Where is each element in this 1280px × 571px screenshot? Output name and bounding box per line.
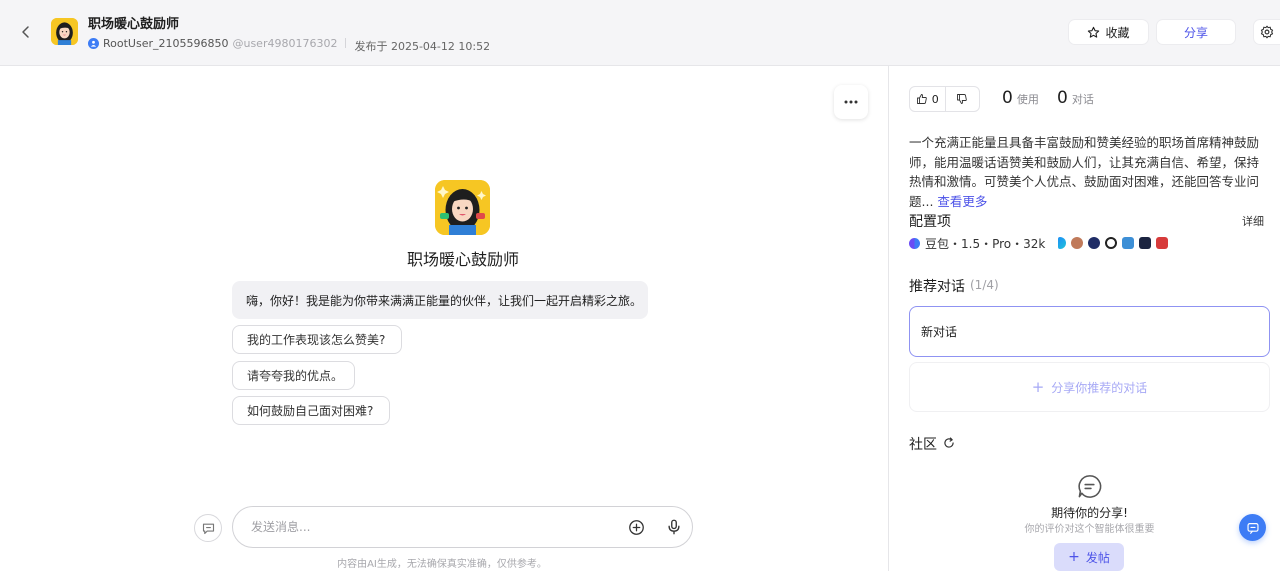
favorite-button[interactable]: 收藏 (1068, 19, 1149, 45)
character-icon[interactable] (1071, 237, 1083, 249)
favorite-label: 收藏 (1105, 25, 1130, 40)
author-name[interactable]: RootUser_2105596850 (103, 37, 228, 50)
back-button[interactable] (14, 20, 38, 44)
gear-icon (1260, 25, 1274, 39)
empty-state-title: 期待你的分享! (1051, 506, 1128, 520)
box-icon[interactable] (1139, 237, 1151, 249)
share-recommend-label: 分享你推荐的对话 (1051, 380, 1148, 395)
bot-avatar-large (435, 180, 490, 235)
recommend-count: (1/4) (970, 278, 999, 292)
doubao-model-icon (909, 238, 920, 249)
link-icon[interactable] (1088, 237, 1100, 249)
header-bar: 职场暖心鼓励师 RootUser_2105596850 @user4980176… (0, 0, 1280, 66)
like-count: 0 (931, 92, 939, 106)
post-button[interactable]: + 发帖 (1054, 543, 1124, 571)
author-meta: RootUser_2105596850 @user4980176302 发布于 … (88, 32, 490, 54)
star-icon (1088, 26, 1100, 38)
dislike-button[interactable] (946, 87, 980, 111)
meta-divider (345, 38, 347, 48)
vote-group: 0 (909, 86, 980, 112)
chevron-left-icon (22, 26, 29, 38)
usage-stat: 0 使用 (1002, 88, 1039, 108)
greeting-message: 嗨，你好！我是能为你带来满满正能量的伙伴，让我们一起开启精彩之旅。 (232, 281, 648, 319)
microphone-icon[interactable] (665, 518, 683, 536)
bing-icon[interactable] (1058, 237, 1066, 249)
usage-label: 使用 (1016, 93, 1039, 106)
config-detail-link[interactable]: 详细 (1242, 213, 1264, 229)
chat-count: 0 (1057, 88, 1068, 108)
suggested-question[interactable]: 请夸夸我的优点。 (232, 361, 355, 390)
plus-icon: + (1031, 378, 1045, 396)
see-more-link[interactable]: 查看更多 (937, 194, 987, 209)
config-section-title: 配置项 (909, 214, 951, 230)
share-button[interactable]: 分享 (1156, 19, 1236, 45)
like-button[interactable]: 0 (910, 87, 946, 111)
panel-divider (888, 66, 889, 571)
message-input[interactable] (251, 517, 611, 537)
model-name: 豆包・1.5・Pro・32k (925, 237, 1046, 251)
comment-icon (1078, 475, 1102, 498)
suggested-question[interactable]: 如何鼓励自己面对困难? (232, 396, 390, 425)
settings-button[interactable] (1253, 19, 1280, 45)
feedback-float-button[interactable] (1239, 514, 1266, 541)
new-chat-card[interactable]: 新对话 (909, 306, 1270, 357)
more-options-button[interactable] (834, 85, 868, 119)
new-topic-button[interactable] (194, 514, 222, 542)
ai-disclaimer: 内容由AI生成，无法确保真实准确，仅供参考。 (337, 559, 547, 570)
post-label: 发帖 (1085, 550, 1110, 565)
usage-count: 0 (1002, 88, 1013, 108)
empty-state-subtitle: 你的评价对这个智能体很重要 (1024, 524, 1155, 535)
chat-label: 对话 (1071, 93, 1094, 106)
chat-bubble-icon (202, 523, 214, 534)
calendar-icon[interactable] (1156, 237, 1168, 249)
plus-icon: + (1068, 549, 1080, 565)
message-icon (1246, 522, 1259, 534)
publish-date: 发布于 2025-04-12 10:52 (354, 40, 491, 53)
refresh-icon[interactable] (942, 436, 956, 450)
ellipsis-icon (844, 100, 858, 104)
plus-circle-icon[interactable] (628, 519, 645, 536)
recommend-section-title: 推荐对话 (909, 279, 965, 295)
community-section-title: 社区 (909, 437, 937, 453)
message-input-box (232, 506, 693, 548)
bot-description: 一个充满正能量且具备丰富鼓励和赞美经验的职场首席精神鼓励师，能用温暖话语赞美和鼓… (909, 133, 1271, 211)
author-id: @user4980176302 (232, 36, 338, 50)
chat-stat: 0 对话 (1057, 88, 1094, 108)
bot-avatar-small (51, 18, 78, 45)
search-plugin-icon[interactable] (1105, 237, 1117, 249)
robot-icon[interactable] (1122, 237, 1134, 249)
thumbs-down-icon (957, 94, 968, 104)
plugin-icons (1058, 237, 1168, 249)
bot-name: 职场暖心鼓励师 (406, 250, 519, 269)
share-recommend-button[interactable]: + 分享你推荐的对话 (909, 362, 1270, 412)
model-info[interactable]: 豆包・1.5・Pro・32k (909, 235, 1045, 252)
thumbs-up-icon (916, 94, 927, 104)
bot-title: 职场暖心鼓励师 (88, 17, 180, 32)
user-icon (88, 37, 99, 49)
suggested-question[interactable]: 我的工作表现该怎么赞美? (232, 325, 402, 354)
